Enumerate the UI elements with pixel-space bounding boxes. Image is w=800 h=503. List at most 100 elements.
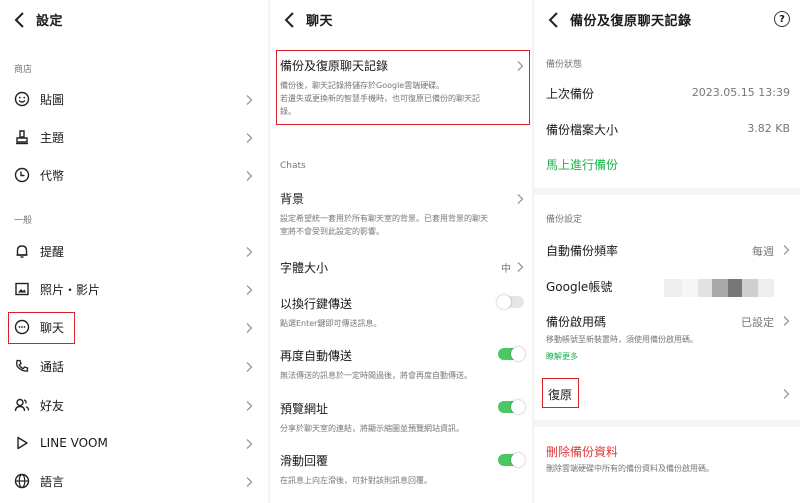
- url-preview-desc: 分享於聊天室的連結，將顯示縮圖並預覽網站資訊。: [280, 424, 464, 433]
- chevron-right-icon: [245, 438, 253, 450]
- swipe-reply-toggle[interactable]: [498, 453, 525, 467]
- font-size-item[interactable]: 字體大小: [280, 259, 528, 276]
- section-label-backup-status: 備份狀態: [546, 60, 583, 70]
- section-label-shop: 商店: [14, 65, 33, 75]
- settings-item-language[interactable]: 語言: [14, 470, 64, 492]
- settings-item-label: 語言: [40, 474, 65, 489]
- settings-item-calls[interactable]: 通話: [14, 355, 64, 377]
- page-title: 聊天: [306, 14, 334, 29]
- chevron-right-icon: [245, 284, 253, 296]
- brush-icon: [14, 129, 30, 145]
- settings-item-themes[interactable]: 主題: [14, 126, 64, 148]
- backup-now-link[interactable]: 馬上進行備份: [546, 156, 618, 173]
- delete-backup-button[interactable]: 刪除備份資料: [546, 443, 618, 460]
- auto-resend-toggle[interactable]: [498, 347, 525, 361]
- backup-size-value: 3.82 KB: [747, 122, 790, 135]
- enter-send-item: 以換行鍵傳送 點選Enter鍵即可傳送訊息。: [280, 295, 495, 330]
- smiley-icon: [14, 91, 30, 107]
- chats-header: 聊天: [270, 8, 532, 32]
- enter-send-toggle[interactable]: [497, 295, 524, 309]
- chevron-right-icon: [245, 170, 253, 182]
- backup-frequency-label[interactable]: 自動備份頻率: [546, 242, 618, 259]
- redaction-block: [698, 279, 712, 297]
- section-label-backup-settings: 備份設定: [546, 215, 583, 225]
- auto-resend-title: 再度自動傳送: [280, 349, 353, 363]
- background-title: 背景: [280, 192, 305, 206]
- settings-item-line-voom[interactable]: LINE VOOM: [14, 432, 108, 454]
- learn-more-link[interactable]: 瞭解更多: [546, 351, 578, 362]
- settings-screen: 設定 商店 貼圖 主題 代幣 一般 提醒 照片・影片 聊天 通話 好友 LINE…: [0, 0, 268, 503]
- settings-item-label: 貼圖: [40, 92, 65, 107]
- swipe-reply-desc: 在訊息上向左滑後，可針對該則訊息回覆。: [280, 476, 432, 485]
- chevron-right-icon: [782, 388, 790, 400]
- toggle-knob: [511, 400, 525, 414]
- settings-item-label: 通話: [40, 359, 65, 374]
- chevron-right-icon: [245, 400, 253, 412]
- chevron-right-icon: [245, 94, 253, 106]
- swipe-reply-title: 滑動回覆: [280, 454, 329, 468]
- background-desc-2: 室將不會受到此設定的影響。: [280, 227, 384, 236]
- toggle-knob: [511, 347, 525, 361]
- coin-icon: [14, 167, 30, 183]
- settings-item-label: 提醒: [40, 244, 65, 259]
- redaction-block: [758, 279, 774, 297]
- settings-item-friends[interactable]: 好友: [14, 394, 64, 416]
- font-size-title: 字體大小: [280, 261, 329, 275]
- settings-item-notifications[interactable]: 提醒: [14, 240, 64, 262]
- last-backup-label: 上次備份: [546, 87, 595, 101]
- redaction-block: [742, 279, 758, 297]
- backup-pin-value: 已設定: [741, 316, 774, 329]
- chevron-right-icon: [516, 261, 524, 273]
- back-arrow-icon[interactable]: [12, 10, 28, 30]
- play-icon: [14, 435, 30, 451]
- backup-pin-desc: 移動帳號至新裝置時，須使用備份啟用碼。: [546, 335, 698, 344]
- chats-settings-screen: 聊天 備份及復原聊天記錄 備份後，聊天記錄將儲存於Google雲端硬碟。 若遺失…: [268, 0, 532, 503]
- section-label-general: 一般: [14, 216, 33, 226]
- auto-resend-item: 再度自動傳送 無法傳送的訊息於一定時間過後，將會再度自動傳送。: [280, 347, 495, 382]
- chevron-right-icon: [245, 132, 253, 144]
- chevron-right-icon: [516, 193, 524, 205]
- settings-item-label: 代幣: [40, 168, 65, 183]
- photo-icon: [14, 281, 30, 297]
- friends-icon: [14, 397, 30, 413]
- chevron-right-icon: [782, 315, 790, 327]
- globe-icon: [14, 473, 30, 489]
- settings-item-stickers[interactable]: 貼圖: [14, 88, 64, 110]
- section-label-chats: Chats: [280, 161, 306, 171]
- highlight-box-restore: [542, 378, 579, 408]
- backup-header: 備份及復原聊天記錄 ?: [534, 8, 800, 32]
- background-item[interactable]: 背景 設定希望統一套用於所有聊天室的背景。已套用背景的聊天 室將不會受到此設定的…: [280, 190, 528, 238]
- settings-item-label: 好友: [40, 398, 65, 413]
- settings-header: 設定: [0, 8, 268, 32]
- chevron-right-icon: [245, 246, 253, 258]
- chevron-right-icon: [245, 322, 253, 334]
- url-preview-title: 預覽網址: [280, 402, 329, 416]
- redaction-block: [712, 279, 728, 297]
- delete-backup-desc: 刪除雲端硬碟中所有的備份資料及備份啟用碼。: [546, 464, 714, 473]
- auto-resend-desc: 無法傳送的訊息於一定時間過後，將會再度自動傳送。: [280, 371, 472, 380]
- swipe-reply-item: 滑動回覆 在訊息上向左滑後，可針對該則訊息回覆。: [280, 452, 495, 487]
- back-arrow-icon[interactable]: [546, 10, 562, 30]
- google-account-label[interactable]: Google帳號: [546, 278, 612, 295]
- help-icon[interactable]: ?: [774, 11, 790, 27]
- toggle-knob: [497, 295, 511, 309]
- enter-send-desc: 點選Enter鍵即可傳送訊息。: [280, 319, 382, 328]
- settings-item-coins[interactable]: 代幣: [14, 164, 64, 186]
- background-desc-1: 設定希望統一套用於所有聊天室的背景。已套用背景的聊天: [280, 214, 488, 223]
- last-backup-value: 2023.05.15 13:39: [691, 86, 790, 99]
- settings-item-label: 主題: [40, 130, 65, 145]
- url-preview-toggle[interactable]: [498, 400, 525, 414]
- redaction-block: [682, 279, 698, 297]
- settings-item-photos[interactable]: 照片・影片: [14, 278, 100, 300]
- section-divider: [534, 420, 800, 427]
- chevron-right-icon: [245, 476, 253, 488]
- section-divider: [534, 188, 800, 195]
- redaction-block: [728, 279, 742, 297]
- redaction-block: [664, 279, 682, 297]
- chevron-right-icon: [245, 361, 253, 373]
- backup-restore-screen: 備份及復原聊天記錄 ? 備份狀態 上次備份 2023.05.15 13:39 備…: [532, 0, 800, 503]
- backup-pin-label[interactable]: 備份啟用碼: [546, 313, 606, 330]
- back-arrow-icon[interactable]: [282, 10, 298, 30]
- backup-frequency-value: 每週: [752, 245, 774, 258]
- settings-item-label: LINE VOOM: [40, 436, 108, 450]
